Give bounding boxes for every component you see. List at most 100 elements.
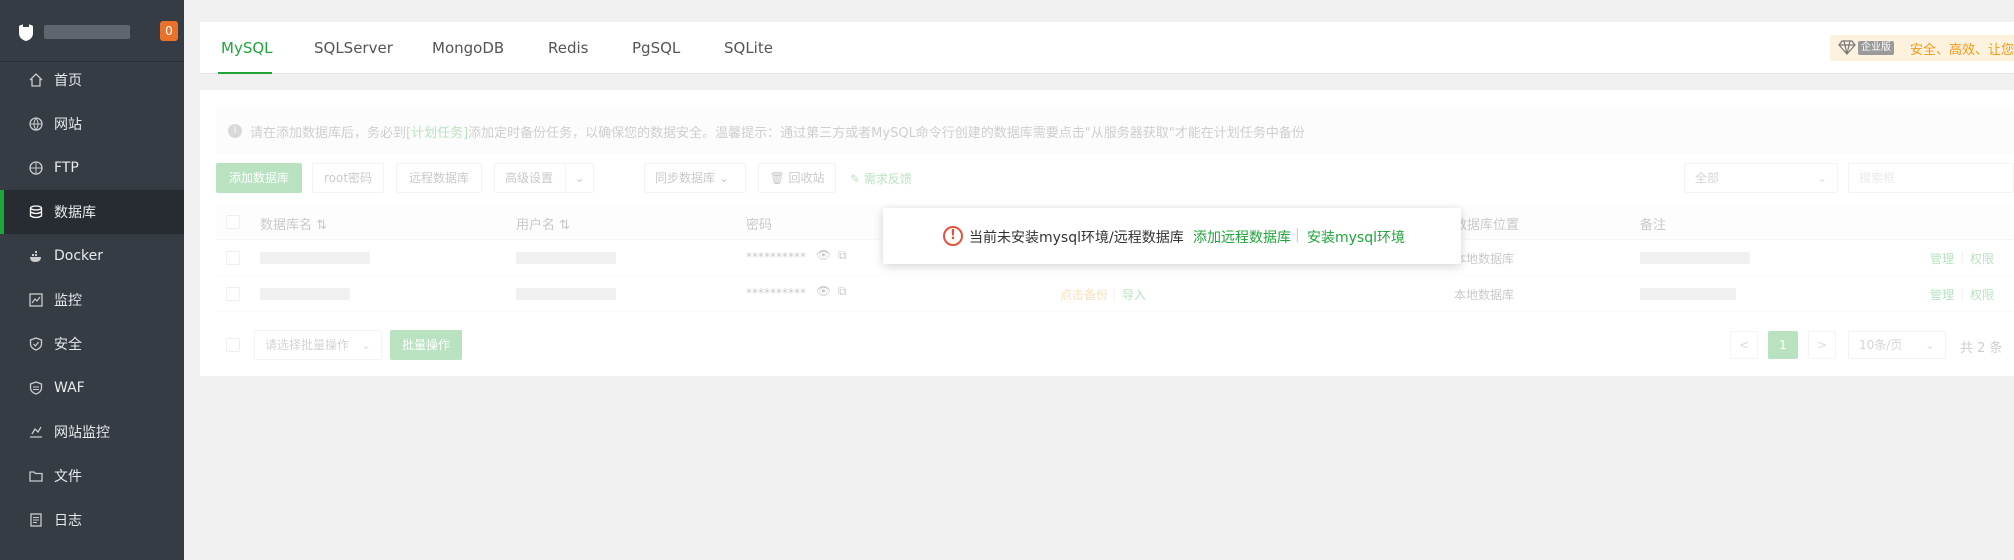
ftp-icon — [28, 160, 44, 176]
root-password-button[interactable]: root密码 — [312, 163, 384, 193]
docker-icon — [28, 248, 44, 264]
tab-sqlite[interactable]: SQLite — [724, 22, 773, 74]
op-separator: | — [1960, 250, 1965, 264]
password-masked: ********** — [746, 286, 806, 300]
db-name-blurred — [260, 288, 350, 300]
page-1-button[interactable]: 1 — [1768, 331, 1798, 359]
enterprise-banner[interactable]: 企业版 安全、高效、让您更 — [1830, 35, 2014, 61]
sidebar-item-database[interactable]: 数据库 — [0, 190, 184, 234]
sidebar-item-logs[interactable]: 日志 — [0, 498, 184, 542]
eye-icon[interactable]: 👁 — [816, 248, 831, 262]
sidebar-item-label: 文件 — [54, 469, 82, 485]
database-icon — [28, 204, 44, 220]
sidebar-item-label: 日志 — [54, 513, 82, 529]
waf-icon — [28, 380, 44, 396]
row-checkbox[interactable] — [226, 251, 240, 265]
page-size-select[interactable]: 10条/页 ⌄ — [1848, 331, 1946, 359]
chevron-down-icon: ⌄ — [1924, 338, 1935, 352]
col-location: 数据库位置 — [1454, 218, 1520, 233]
username-blurred — [516, 252, 616, 264]
sidebar-item-security[interactable]: 安全 — [0, 322, 184, 366]
log-icon — [28, 512, 44, 528]
shield-icon — [28, 336, 44, 352]
enterprise-tag: 企业版 — [1858, 41, 1894, 55]
mysql-not-installed-notice: ! 当前未安装mysql环境/远程数据库 添加远程数据库 | 安装mysql环境 — [883, 208, 1461, 264]
db-location: 本地数据库 — [1454, 288, 1515, 302]
search-input[interactable]: 搜索框 — [1848, 163, 2014, 193]
server-name-blurred — [44, 25, 130, 39]
select-all-checkbox[interactable] — [226, 215, 240, 229]
sidebar-item-label: 监控 — [54, 293, 82, 309]
total-count: 共 2 条 — [1960, 341, 2003, 356]
db-location: 本地数据库 — [1454, 252, 1515, 266]
tab-pgsql[interactable]: PgSQL — [632, 22, 680, 74]
batch-action-select[interactable]: 请选择批量操作 ⌄ — [254, 330, 382, 360]
copy-icon[interactable]: ⧉ — [838, 248, 847, 263]
sidebar-item-site-monitor[interactable]: 网站监控 — [0, 410, 184, 454]
feedback-label: 需求反馈 — [863, 172, 912, 186]
col-db-name[interactable]: 数据库名 ⇅ — [260, 214, 327, 233]
sidebar-item-label: 网站监控 — [54, 425, 110, 441]
install-mysql-link[interactable]: 安装mysql环境 — [1307, 227, 1405, 247]
remote-database-button[interactable]: 远程数据库 — [396, 163, 482, 193]
manage-link[interactable]: 管理 — [1930, 250, 1954, 267]
sidebar-item-files[interactable]: 文件 — [0, 454, 184, 498]
db-name-blurred — [260, 252, 370, 264]
site-monitor-icon — [28, 424, 44, 440]
permission-link[interactable]: 权限 — [1970, 286, 1994, 303]
copy-icon[interactable]: ⧉ — [838, 284, 847, 299]
add-remote-database-link[interactable]: 添加远程数据库 — [1193, 227, 1291, 247]
tab-redis[interactable]: Redis — [548, 22, 588, 74]
next-page-button[interactable]: > — [1808, 331, 1836, 359]
sidebar-item-label: 网站 — [54, 117, 82, 133]
sidebar-item-ftp[interactable]: FTP — [0, 146, 184, 190]
chevron-down-icon: ⌄ — [360, 338, 371, 352]
sidebar-item-waf[interactable]: WAF — [0, 366, 184, 410]
import-link[interactable]: 导入 — [1122, 286, 1146, 303]
col-username[interactable]: 用户名 ⇅ — [516, 214, 570, 233]
eye-icon[interactable]: 👁 — [816, 284, 831, 298]
op-separator: | — [1112, 286, 1117, 300]
batch-action-placeholder: 请选择批量操作 — [265, 338, 350, 352]
chevron-down-icon: ⌄ — [565, 164, 593, 192]
filter-select[interactable]: 全部 ⌄ — [1684, 163, 1838, 193]
tab-sqlserver[interactable]: SQLServer — [314, 22, 393, 74]
backup-link[interactable]: 点击备份 — [1060, 286, 1108, 303]
permission-link[interactable]: 权限 — [1970, 250, 1994, 267]
op-separator: | — [1960, 286, 1965, 300]
sidebar-item-website[interactable]: 网站 — [0, 102, 184, 146]
row-checkbox[interactable] — [226, 287, 240, 301]
manage-link[interactable]: 管理 — [1930, 286, 1954, 303]
database-type-tabs: MySQL SQLServer MongoDB Redis PgSQL SQLi… — [200, 22, 2014, 74]
remark-blurred — [1640, 252, 1750, 264]
page-size-value: 10条/页 — [1859, 338, 1903, 352]
folder-icon — [28, 468, 44, 484]
monitor-icon — [28, 292, 44, 308]
feedback-link[interactable]: ✎ 需求反馈 — [850, 170, 912, 187]
col-remark: 备注 — [1640, 218, 1667, 233]
trash-icon: 🗑 — [769, 171, 785, 185]
recycle-bin-button[interactable]: 🗑 回收站 — [758, 163, 836, 193]
add-database-button[interactable]: 添加数据库 — [216, 163, 302, 193]
prev-page-button[interactable]: < — [1730, 331, 1758, 359]
tab-mongodb[interactable]: MongoDB — [432, 22, 504, 74]
info-icon: i — [228, 124, 242, 138]
cron-task-link[interactable]: [计划任务] — [406, 126, 468, 141]
enterprise-slogan: 安全、高效、让您更 — [1910, 43, 2014, 58]
notification-badge[interactable]: 0 — [160, 21, 178, 41]
sync-database-button[interactable]: 同步数据库 ⌄ — [644, 163, 746, 193]
chevron-down-icon: ⌄ — [718, 171, 729, 185]
diamond-icon — [1838, 40, 1856, 55]
tab-mysql[interactable]: MySQL — [200, 22, 290, 74]
batch-operation-button[interactable]: 批量操作 — [390, 330, 462, 360]
table-row[interactable]: ********** 👁 ⧉ 点击备份 | 导入 本地数据库 管理 | 权限 — [216, 276, 2014, 312]
sidebar-item-home[interactable]: 首页 — [0, 58, 184, 102]
tip-bar: i 请在添加数据库后，务必到[计划任务]添加定时备份任务，以确保您的数据安全。温… — [216, 108, 2014, 154]
advanced-settings-dropdown[interactable]: 高级设置 ⌄ — [494, 163, 594, 193]
sidebar-item-label: 数据库 — [54, 205, 96, 221]
col-password: 密码 — [746, 218, 773, 233]
sidebar-item-monitor[interactable]: 监控 — [0, 278, 184, 322]
footer-select-all-checkbox[interactable] — [226, 338, 240, 352]
sidebar-item-docker[interactable]: Docker — [0, 234, 184, 278]
sidebar-item-label: WAF — [54, 380, 85, 396]
